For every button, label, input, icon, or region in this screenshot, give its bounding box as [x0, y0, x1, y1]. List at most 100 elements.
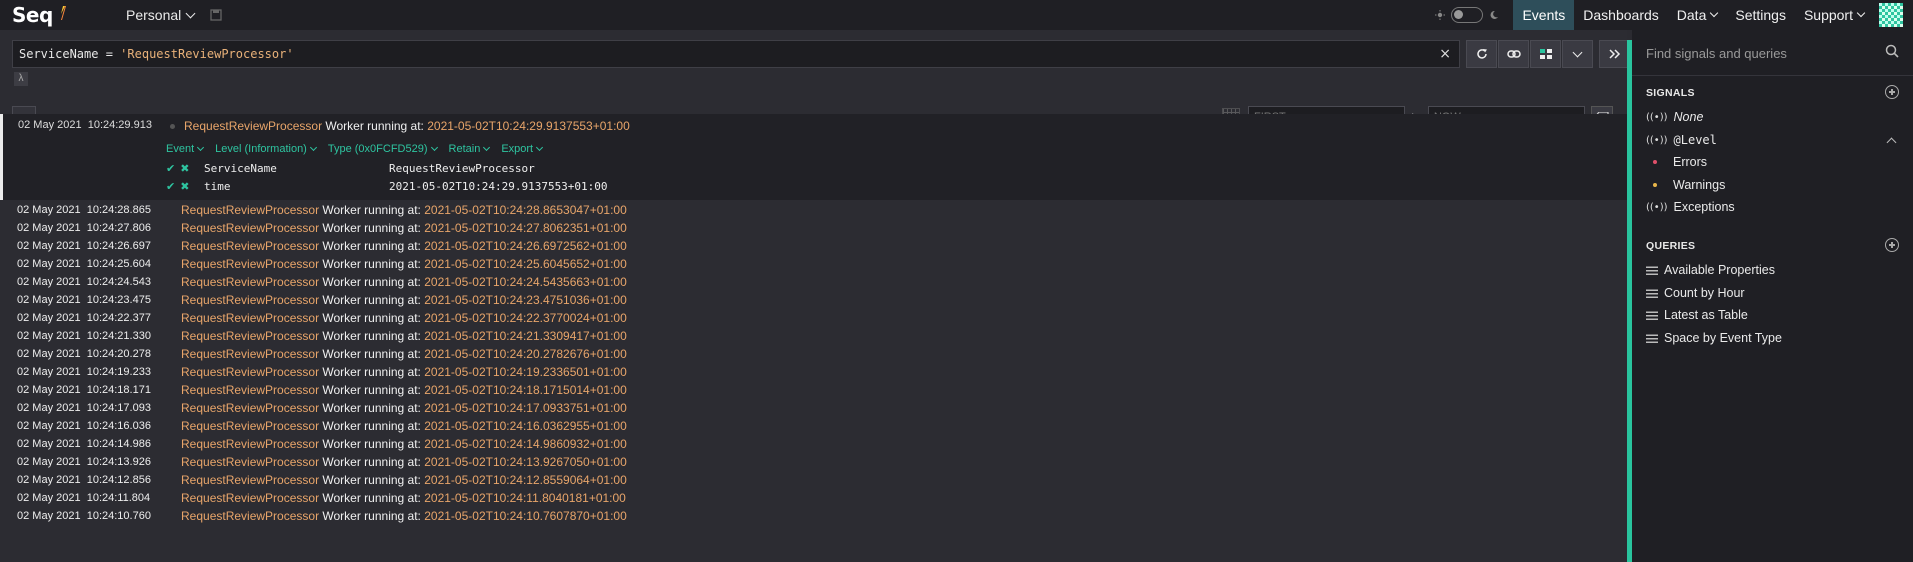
- query-item[interactable]: Available Properties: [1646, 263, 1775, 277]
- event-value: 2021-05-02T10:24:10.7607870+01:00: [424, 509, 627, 523]
- event-row[interactable]: 02 May 2021 10:24:21.330 RequestReviewPro…: [0, 327, 1627, 345]
- event-text: Worker running at:: [319, 293, 425, 307]
- nav-dashboards[interactable]: Dashboards: [1574, 0, 1668, 30]
- signal-search-input[interactable]: Find signals and queries: [1646, 46, 1787, 61]
- event-row[interactable]: 02 May 2021 10:24:22.377 RequestReviewPro…: [0, 309, 1627, 327]
- event-action-menu[interactable]: Type (0x0FCFD529): [328, 143, 438, 155]
- moon-icon: [1491, 10, 1499, 19]
- nav-support[interactable]: Support: [1795, 0, 1873, 30]
- query-list-icon: [1646, 287, 1658, 298]
- event-row[interactable]: 02 May 2021 10:24:12.856 RequestReviewPro…: [0, 471, 1627, 489]
- event-service: RequestReviewProcessor: [181, 473, 320, 487]
- event-text: Worker running at:: [319, 437, 425, 451]
- event-action-menu[interactable]: Event: [166, 143, 205, 155]
- property-name: time: [204, 180, 231, 193]
- event-text: Worker running at:: [319, 329, 425, 343]
- query-item[interactable]: Count by Hour: [1646, 286, 1745, 300]
- include-filter-icon[interactable]: ✔: [166, 180, 175, 193]
- signal-warnings[interactable]: Warnings: [1646, 178, 1725, 192]
- event-row[interactable]: 02 May 2021 10:24:18.171 RequestReviewPro…: [0, 381, 1627, 399]
- signal-label: Warnings: [1673, 178, 1726, 192]
- query-item[interactable]: Latest as Table: [1646, 308, 1748, 322]
- event-row[interactable]: 02 May 2021 10:24:17.093 RequestReviewPro…: [0, 399, 1627, 417]
- toggle-sidebar-button[interactable]: [1599, 40, 1630, 68]
- property-name: ServiceName: [204, 162, 277, 175]
- event-text: Worker running at:: [319, 239, 425, 253]
- event-service: RequestReviewProcessor: [181, 401, 320, 415]
- event-row[interactable]: 02 May 2021 10:24:26.697 RequestReviewPro…: [0, 237, 1627, 255]
- event-message: RequestReviewProcessor Worker running at…: [181, 419, 627, 433]
- refresh-icon: [1476, 49, 1487, 59]
- nav-data[interactable]: Data: [1668, 0, 1727, 30]
- signal-button[interactable]: [1530, 40, 1561, 68]
- refresh-button[interactable]: [1466, 40, 1497, 68]
- event-message: RequestReviewProcessor Worker running at…: [181, 293, 627, 307]
- event-service: RequestReviewProcessor: [181, 509, 320, 523]
- search-input[interactable]: ServiceName = 'RequestReviewProcessor' ×: [12, 40, 1460, 68]
- event-text: Worker running at:: [319, 221, 425, 235]
- add-query-icon[interactable]: [1885, 238, 1899, 252]
- event-row[interactable]: 02 May 2021 10:24:27.806 RequestReviewPro…: [0, 219, 1627, 237]
- event-row[interactable]: 02 May 2021 10:24:20.278 RequestReviewPro…: [0, 345, 1627, 363]
- event-row[interactable]: 02 May 2021 10:24:28.865 RequestReviewPro…: [0, 201, 1627, 219]
- seq-logo-mark-icon: [61, 6, 66, 20]
- expanded-event[interactable]: 02 May 2021 10:24:29.913 RequestReviewPr…: [0, 114, 1627, 200]
- search-icon[interactable]: [1885, 44, 1899, 58]
- event-text: Worker running at:: [319, 275, 425, 289]
- event-action-label: Level (Information): [215, 143, 307, 155]
- event-row[interactable]: 02 May 2021 10:24:23.475 RequestReviewPro…: [0, 291, 1627, 309]
- event-property-row: ✔ ✖ ServiceName RequestReviewProcessor: [166, 162, 535, 175]
- event-value: 2021-05-02T10:24:12.8559064+01:00: [424, 473, 627, 487]
- exclude-filter-icon[interactable]: ✖: [180, 162, 189, 175]
- event-row[interactable]: 02 May 2021 10:24:14.986 RequestReviewPro…: [0, 435, 1627, 453]
- event-row[interactable]: 02 May 2021 10:24:11.804 RequestReviewPro…: [0, 489, 1627, 507]
- chevron-down-icon: [185, 8, 196, 18]
- event-value: 2021-05-02T10:24:29.9137553+01:00: [427, 119, 630, 133]
- event-message: RequestReviewProcessor Worker running at…: [184, 119, 630, 133]
- seq-logo[interactable]: Seq: [12, 3, 53, 27]
- queries-heading: QUERIES: [1646, 240, 1696, 252]
- signal-exceptions[interactable]: ((•)) Exceptions: [1646, 200, 1735, 214]
- event-row[interactable]: 02 May 2021 10:24:16.036 RequestReviewPro…: [0, 417, 1627, 435]
- query-list-icon: [1646, 310, 1658, 320]
- event-service: RequestReviewProcessor: [181, 347, 320, 361]
- nav-label: Events: [1522, 7, 1566, 23]
- chevron-up-icon[interactable]: [1886, 137, 1897, 148]
- nav-settings[interactable]: Settings: [1726, 0, 1795, 30]
- signal-level[interactable]: ((•)) @Level: [1646, 133, 1717, 147]
- event-action-menu[interactable]: Level (Information): [215, 143, 317, 155]
- exclude-filter-icon[interactable]: ✖: [180, 180, 189, 193]
- lambda-toggle[interactable]: λ: [14, 72, 28, 86]
- event-row[interactable]: 02 May 2021 10:24:19.233 RequestReviewPro…: [0, 363, 1627, 381]
- query-item[interactable]: Space by Event Type: [1646, 331, 1782, 345]
- add-signal-icon[interactable]: [1885, 85, 1899, 99]
- event-action-menu[interactable]: Retain: [449, 143, 491, 155]
- event-action-menu[interactable]: Export: [501, 143, 544, 155]
- event-message: RequestReviewProcessor Worker running at…: [181, 455, 627, 469]
- save-icon[interactable]: [210, 9, 222, 21]
- signal-none[interactable]: ((•)) None: [1646, 110, 1703, 124]
- event-message: RequestReviewProcessor Worker running at…: [181, 221, 627, 235]
- workspace-selector[interactable]: Personal: [126, 7, 222, 23]
- theme-toggle-switch[interactable]: [1451, 7, 1484, 23]
- tail-button[interactable]: [1498, 40, 1529, 68]
- event-timestamp: 02 May 2021 10:24:21.330: [17, 330, 151, 342]
- signal-errors[interactable]: Errors: [1646, 155, 1707, 169]
- event-row[interactable]: 02 May 2021 10:24:10.760 RequestReviewPro…: [0, 507, 1627, 525]
- include-filter-icon[interactable]: ✔: [166, 162, 175, 175]
- event-service: RequestReviewProcessor: [184, 119, 323, 133]
- options-dropdown-button[interactable]: [1562, 40, 1593, 68]
- avatar[interactable]: [1879, 3, 1903, 27]
- theme-toggle[interactable]: [1435, 7, 1499, 23]
- event-row[interactable]: 02 May 2021 10:24:25.604 RequestReviewPro…: [0, 255, 1627, 273]
- event-row[interactable]: 02 May 2021 10:24:24.543 RequestReviewPro…: [0, 273, 1627, 291]
- workspace-label: Personal: [126, 7, 182, 23]
- event-message: RequestReviewProcessor Worker running at…: [181, 401, 627, 415]
- nav-events[interactable]: Events: [1513, 0, 1575, 30]
- event-service: RequestReviewProcessor: [181, 437, 320, 451]
- clear-search-icon[interactable]: ×: [1439, 46, 1451, 62]
- event-row[interactable]: 02 May 2021 10:24:13.926 RequestReviewPro…: [0, 453, 1627, 471]
- event-list: 02 May 2021 10:24:28.865 RequestReviewPro…: [0, 201, 1627, 525]
- query-operator: =: [98, 47, 121, 61]
- signal-search[interactable]: Find signals and queries: [1632, 30, 1913, 76]
